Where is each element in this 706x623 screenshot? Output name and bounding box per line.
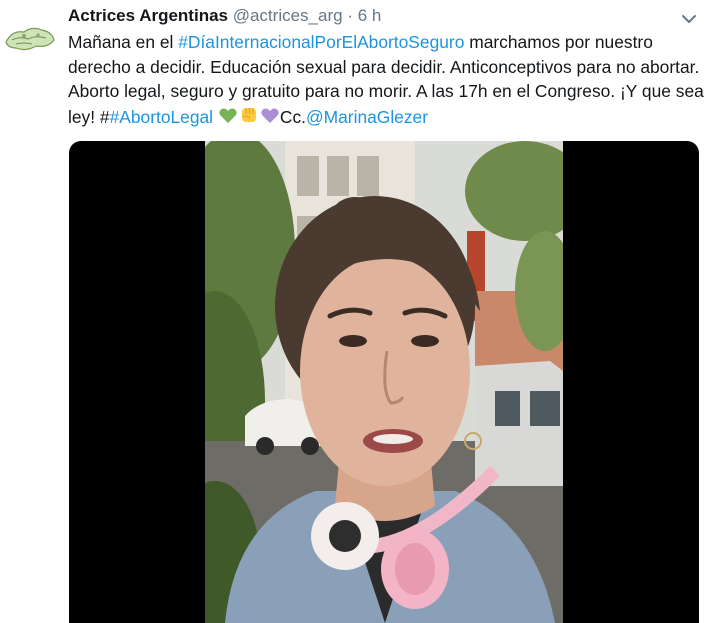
purple-heart-icon: [260, 106, 280, 133]
video-player[interactable]: [69, 141, 699, 623]
tweet-text: Mañana en el #DíaInternacionalPorElAbort…: [68, 30, 704, 132]
tweet-text-part: Cc.: [279, 106, 306, 127]
video-frame[interactable]: [205, 141, 563, 623]
tweet-menu-button[interactable]: [680, 10, 698, 28]
author-name[interactable]: Actrices Argentinas: [68, 6, 228, 25]
timestamp[interactable]: 6 h: [358, 6, 382, 25]
tweet-header: Actrices Argentinas @actrices_arg · 6 h: [68, 5, 381, 27]
video-thumbnail: [205, 141, 563, 623]
separator-dot: ·: [347, 6, 353, 25]
hashtag-link[interactable]: #AbortoLegal: [110, 107, 213, 127]
author-handle[interactable]: @actrices_arg: [233, 6, 343, 25]
green-heart-icon: [218, 106, 238, 133]
mention-link[interactable]: @MarinaGlezer: [306, 107, 428, 127]
tweet-text-part: Mañana en el: [68, 32, 179, 52]
raised-fist-icon: [238, 104, 260, 133]
tweet: Actrices Argentinas @actrices_arg · 6 h …: [0, 0, 706, 623]
avatar[interactable]: [2, 12, 56, 60]
actrices-logo-icon: [5, 27, 55, 51]
chevron-down-icon: [682, 15, 696, 23]
hashtag-link[interactable]: #DíaInternacionalPorElAbortoSeguro: [178, 32, 464, 52]
